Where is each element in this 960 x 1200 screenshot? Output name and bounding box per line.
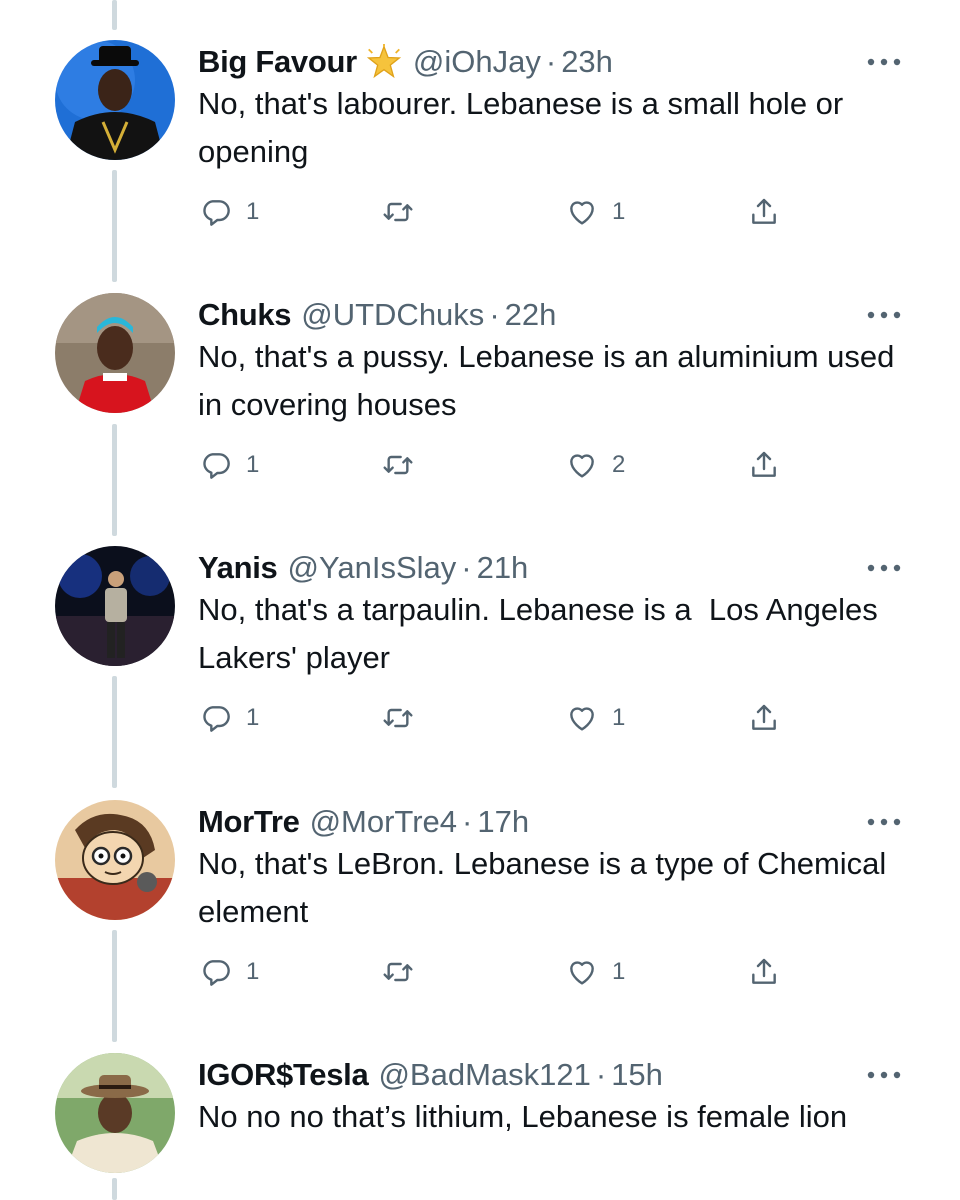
like-count: 1 — [612, 198, 626, 225]
reply-tweet[interactable]: IGOR$Tesla @BadMask121 · 15h No no no th… — [0, 1053, 960, 1200]
tweet-text: No, that's LeBron. Lebanese is a type of… — [198, 846, 887, 929]
tweet-header: IGOR$Tesla @BadMask121 · 15h — [198, 1053, 663, 1097]
more-options-icon[interactable] — [862, 558, 906, 578]
more-options-icon[interactable] — [862, 52, 906, 72]
retweet-button[interactable] — [382, 700, 428, 736]
user-handle[interactable]: @UTDChuks — [301, 297, 484, 333]
share-button[interactable] — [748, 194, 780, 230]
share-button[interactable] — [748, 954, 780, 990]
like-count: 1 — [612, 958, 626, 985]
like-button[interactable]: 1 — [566, 700, 625, 736]
reply-button[interactable]: 1 — [200, 954, 259, 990]
tweet-text: No, that's a tarpaulin. Lebanese is a Lo… — [198, 592, 887, 675]
action-bar: 1 1 — [198, 954, 798, 990]
display-name[interactable]: MorTre — [198, 804, 300, 840]
avatar[interactable] — [55, 546, 175, 666]
retweet-icon — [383, 202, 413, 222]
timestamp[interactable]: 21h — [477, 550, 529, 586]
user-handle[interactable]: @YanIsSlay — [288, 550, 457, 586]
reply-tweet[interactable]: MorTre @MorTre4 · 17h No, that's LeBron.… — [0, 800, 960, 1053]
reply-count: 1 — [246, 704, 260, 731]
reply-button[interactable]: 1 — [200, 447, 259, 483]
like-count: 2 — [612, 451, 626, 478]
display-name[interactable]: Yanis — [198, 550, 278, 586]
tweet-header: MorTre @MorTre4 · 17h — [198, 800, 529, 844]
heart-icon — [570, 454, 594, 478]
share-icon — [752, 451, 776, 477]
reply-tweet[interactable]: Chuks @UTDChuks · 22h No, that's a pussy… — [0, 293, 960, 546]
display-name[interactable]: IGOR$Tesla — [198, 1057, 369, 1093]
retweet-button[interactable] — [382, 447, 428, 483]
reply-count: 1 — [246, 958, 260, 985]
tweet-text: No, that's labourer. Lebanese is a small… — [198, 86, 844, 169]
more-options-icon[interactable] — [862, 812, 906, 832]
reply-icon — [203, 960, 230, 986]
action-bar: 1 1 — [198, 194, 798, 230]
star-badge-icon — [365, 44, 403, 80]
retweet-icon — [383, 962, 413, 982]
tweet-header: Chuks @UTDChuks · 22h — [198, 293, 556, 337]
reply-count: 1 — [246, 198, 260, 225]
avatar[interactable] — [55, 1053, 175, 1173]
share-icon — [752, 704, 776, 730]
heart-icon — [570, 201, 594, 225]
like-button[interactable]: 1 — [566, 194, 625, 230]
reply-icon — [203, 706, 230, 732]
display-name[interactable]: Big Favour — [198, 44, 357, 80]
separator-dot: · — [489, 297, 500, 332]
heart-icon — [570, 961, 594, 985]
heart-icon — [570, 707, 594, 731]
reply-thread: Big Favour @iOhJay · 23h No, that's labo… — [0, 0, 960, 1200]
separator-dot: · — [461, 550, 472, 585]
retweet-button[interactable] — [382, 194, 428, 230]
retweet-button[interactable] — [382, 954, 428, 990]
share-icon — [752, 198, 776, 224]
avatar[interactable] — [55, 293, 175, 413]
user-handle[interactable]: @iOhJay — [413, 44, 541, 80]
tweet-text: No, that's a pussy. Lebanese is an alumi… — [198, 339, 895, 422]
timestamp[interactable]: 15h — [611, 1057, 663, 1093]
timestamp[interactable]: 23h — [561, 44, 613, 80]
tweet-header: Yanis @YanIsSlay · 21h — [198, 546, 528, 590]
separator-dot: · — [462, 804, 473, 839]
thread-line — [112, 0, 117, 30]
reply-button[interactable]: 1 — [200, 700, 259, 736]
action-bar: 1 1 — [198, 700, 798, 736]
like-button[interactable]: 1 — [566, 954, 625, 990]
user-handle[interactable]: @MorTre4 — [310, 804, 457, 840]
separator-dot: · — [595, 1057, 607, 1092]
more-options-icon[interactable] — [862, 1065, 906, 1085]
timestamp[interactable]: 17h — [477, 804, 529, 840]
user-handle[interactable]: @BadMask121 — [378, 1057, 590, 1093]
reply-tweet[interactable]: Big Favour @iOhJay · 23h No, that's labo… — [0, 40, 960, 293]
separator-dot: · — [545, 44, 557, 79]
more-options-icon[interactable] — [862, 305, 906, 325]
tweet-text: No no no that’s lithium, Lebanese is fem… — [198, 1099, 848, 1134]
timestamp[interactable]: 22h — [505, 297, 557, 333]
tweet-header: Big Favour @iOhJay · 23h — [198, 40, 613, 84]
share-button[interactable] — [748, 700, 780, 736]
retweet-icon — [383, 708, 413, 728]
display-name[interactable]: Chuks — [198, 297, 292, 333]
reply-icon — [203, 200, 230, 226]
share-icon — [752, 958, 776, 984]
reply-button[interactable]: 1 — [200, 194, 259, 230]
retweet-icon — [383, 455, 413, 475]
like-count: 1 — [612, 704, 626, 731]
avatar[interactable] — [55, 40, 175, 160]
like-button[interactable]: 2 — [566, 447, 625, 483]
reply-count: 1 — [246, 451, 260, 478]
reply-tweet[interactable]: Yanis @YanIsSlay · 21h No, that's a tarp… — [0, 546, 960, 799]
action-bar: 1 2 — [198, 447, 798, 483]
reply-icon — [203, 453, 230, 479]
avatar[interactable] — [55, 800, 175, 920]
share-button[interactable] — [748, 447, 780, 483]
